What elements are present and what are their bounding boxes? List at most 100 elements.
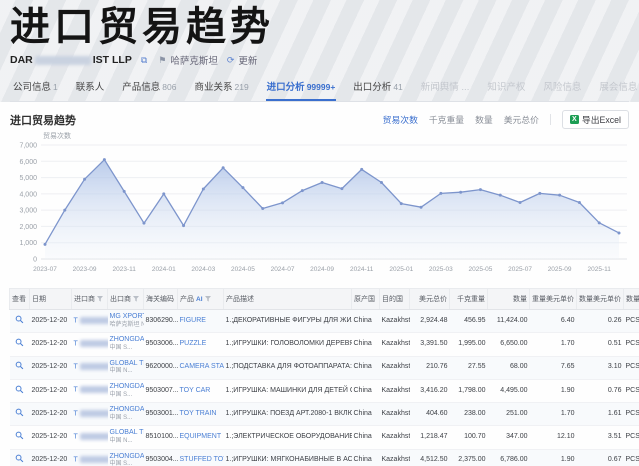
chart-point[interactable]: [420, 206, 423, 209]
chart-point[interactable]: [321, 181, 324, 184]
chart-point[interactable]: [479, 188, 482, 191]
product-link[interactable]: CAMERA STAND: [178, 356, 224, 379]
view-icon[interactable]: [15, 408, 24, 417]
exporter-link[interactable]: GLOBAL TR...中国 N...: [108, 356, 144, 379]
importer-link[interactable]: TA...: [72, 356, 108, 379]
usd-per-kg-cell: 6.40: [530, 310, 577, 333]
view-cell[interactable]: [10, 356, 30, 379]
export-excel-button[interactable]: X 导出Excel: [562, 110, 629, 129]
usd-total-cell: 3,391.50: [410, 333, 450, 356]
metric-usd-total[interactable]: 美元总价: [504, 113, 539, 126]
chart-point[interactable]: [162, 192, 165, 195]
chart-point[interactable]: [538, 192, 541, 195]
chart-point[interactable]: [261, 207, 264, 210]
chart-point[interactable]: [222, 166, 225, 169]
importer-link[interactable]: TA...: [72, 426, 108, 449]
column-header-importer[interactable]: 进口商: [72, 289, 108, 310]
company-bar: DARIST LLP ⧉ ⚑哈萨克斯坦 ⟳更新: [10, 53, 629, 67]
importer-link[interactable]: TA...: [72, 449, 108, 466]
refresh-icon: ⟳: [227, 55, 235, 66]
view-icon[interactable]: [15, 431, 24, 440]
view-cell[interactable]: [10, 403, 30, 426]
exporter-link[interactable]: ZHONGDA...中国 S...: [108, 403, 144, 426]
chart-point[interactable]: [142, 222, 145, 225]
chart-point[interactable]: [459, 191, 462, 194]
metric-quantity[interactable]: 数量: [475, 113, 493, 126]
chart-point[interactable]: [340, 187, 343, 190]
importer-link[interactable]: TA...: [72, 403, 108, 426]
usd-per-unit-cell: 3.10: [577, 356, 624, 379]
chart-point[interactable]: [380, 181, 383, 184]
product-link[interactable]: EQUIPMENT: [178, 426, 224, 449]
product-link[interactable]: PUZZLE: [178, 333, 224, 356]
tab-import-analysis[interactable]: 进口分析99999+: [266, 76, 337, 101]
hs-code-cell: 8306290...: [144, 310, 178, 333]
chart-point[interactable]: [202, 187, 205, 190]
hs-code-cell: 9503006...: [144, 333, 178, 356]
chart-point[interactable]: [360, 168, 363, 171]
importer-link[interactable]: TA...: [72, 310, 108, 333]
column-header-weight_kg: 千克重量: [450, 289, 488, 310]
chart-point[interactable]: [63, 209, 66, 212]
view-cell[interactable]: [10, 333, 30, 356]
column-header-exporter[interactable]: 出口商: [108, 289, 144, 310]
tab-contacts[interactable]: 联系人: [75, 76, 106, 101]
view-cell[interactable]: [10, 379, 30, 402]
chart-point[interactable]: [519, 201, 522, 204]
filter-icon[interactable]: [97, 296, 103, 302]
chart-point[interactable]: [439, 192, 442, 195]
exporter-link[interactable]: ZHONGDA...中国 S...: [108, 333, 144, 356]
exporter-link[interactable]: MG XPORT...哈萨克斯坦 N...: [108, 310, 144, 333]
chart-point[interactable]: [83, 178, 86, 181]
chart-point[interactable]: [241, 186, 244, 189]
chart-point[interactable]: [598, 221, 601, 224]
hs-code-cell: 8510100...: [144, 426, 178, 449]
tab-export-analysis[interactable]: 出口分析41: [352, 76, 403, 101]
column-header-product[interactable]: 产品AI: [178, 289, 224, 310]
x-axis-tick: 2025-11: [588, 266, 612, 273]
chart-point[interactable]: [400, 202, 403, 205]
chart-point[interactable]: [123, 190, 126, 193]
view-cell[interactable]: [10, 426, 30, 449]
destination-cell: Kazakhst...: [380, 426, 410, 449]
exporter-link[interactable]: ZHONGDA...中国 S...: [108, 379, 144, 402]
chart-point[interactable]: [558, 194, 561, 197]
importer-link[interactable]: TA...: [72, 333, 108, 356]
filter-icon[interactable]: [133, 296, 139, 302]
chart-point[interactable]: [103, 158, 106, 161]
tab-product-info[interactable]: 产品信息806: [121, 76, 177, 101]
usd-total-cell: 3,416.20: [410, 379, 450, 402]
exporter-link[interactable]: GLOBAL TR...中国 N...: [108, 426, 144, 449]
tab-ip: 知识产权: [486, 76, 526, 101]
product-link[interactable]: TOY CAR: [178, 379, 224, 402]
quantity-cell: 11,424.00: [488, 310, 530, 333]
importer-link[interactable]: TA...: [72, 379, 108, 402]
view-icon[interactable]: [15, 361, 24, 370]
view-icon[interactable]: [15, 338, 24, 347]
chart-point[interactable]: [499, 194, 502, 197]
view-icon[interactable]: [15, 454, 24, 463]
chart-point[interactable]: [182, 224, 185, 227]
export-excel-label: 导出Excel: [582, 113, 621, 126]
view-cell[interactable]: [10, 310, 30, 333]
exporter-link[interactable]: ZHONGDA...中国 S...: [108, 449, 144, 466]
tab-business-relations[interactable]: 商业关系219: [193, 76, 249, 101]
product-link[interactable]: TOY TRAIN: [178, 403, 224, 426]
view-cell[interactable]: [10, 449, 30, 466]
filter-icon[interactable]: [205, 296, 211, 302]
chart-point[interactable]: [578, 201, 581, 204]
metric-trade-count[interactable]: 贸易次数: [383, 113, 418, 126]
refresh-button[interactable]: ⟳更新: [227, 53, 258, 67]
product-link[interactable]: FIGURE: [178, 310, 224, 333]
tab-company-info[interactable]: 公司信息1: [12, 76, 59, 101]
product-link[interactable]: STUFFED TOY: [178, 449, 224, 466]
view-icon[interactable]: [15, 315, 24, 324]
chart-point[interactable]: [618, 231, 621, 234]
view-icon[interactable]: [15, 385, 24, 394]
chart-point[interactable]: [301, 189, 304, 192]
copy-icon[interactable]: ⧉: [141, 55, 147, 66]
chart-point[interactable]: [281, 201, 284, 204]
chart-point[interactable]: [44, 243, 47, 246]
origin-cell: China: [352, 449, 380, 466]
metric-weight-kg[interactable]: 千克重量: [429, 113, 464, 126]
